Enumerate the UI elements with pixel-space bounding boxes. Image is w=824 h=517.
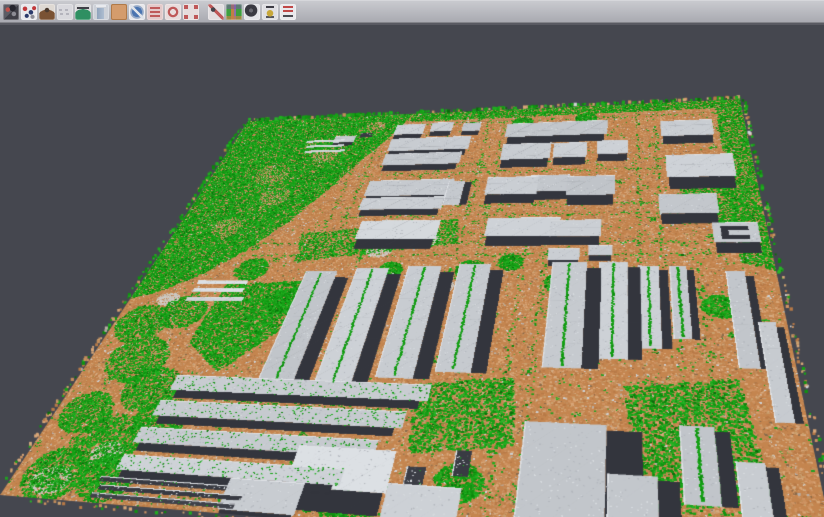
ortho-square-icon[interactable]: [111, 4, 127, 20]
toolbar-separator: [200, 4, 207, 20]
terrain-brown-icon[interactable]: [39, 4, 55, 20]
measure-icon[interactable]: [262, 4, 278, 20]
point-cloud-rgb-icon[interactable]: [21, 4, 37, 20]
wall-profile-icon[interactable]: [93, 4, 109, 20]
red-stripes-icon[interactable]: [280, 4, 296, 20]
annotate-icon[interactable]: [208, 4, 224, 20]
classification-icon[interactable]: [226, 4, 242, 20]
dark-sphere-icon[interactable]: [244, 4, 260, 20]
globe-icon[interactable]: [129, 4, 145, 20]
3d-viewport: [0, 23, 824, 517]
selection-brackets-icon[interactable]: [183, 4, 199, 20]
red-list-icon[interactable]: [147, 4, 163, 20]
point-cloud-dark-icon[interactable]: [3, 4, 19, 20]
sparse-points-icon[interactable]: [57, 4, 73, 20]
red-ring-icon[interactable]: [165, 4, 181, 20]
point-cloud-canvas[interactable]: [0, 25, 824, 517]
application-window: [0, 0, 824, 517]
terrain-green-icon[interactable]: [75, 4, 91, 20]
toolbar: [0, 0, 824, 23]
